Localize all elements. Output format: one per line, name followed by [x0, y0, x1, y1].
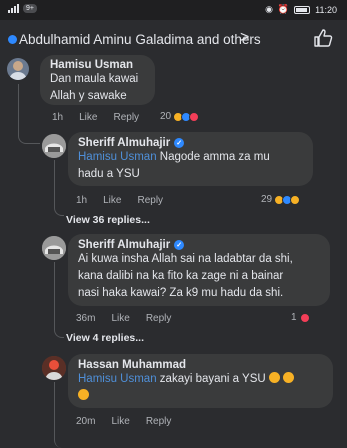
cat-emoji-icon	[283, 372, 295, 383]
thread-line	[54, 160, 64, 216]
avatar[interactable]	[7, 58, 29, 80]
reply-button[interactable]: Reply	[146, 313, 172, 324]
comment-author[interactable]: Sheriff Almuhajir ✓	[78, 137, 303, 149]
comment-author[interactable]: Sheriff Almuhajir ✓	[78, 239, 320, 251]
face-emoji-icon	[78, 389, 89, 400]
clock-time: 11:20	[315, 4, 337, 15]
like-button[interactable]: Like	[111, 313, 129, 324]
verified-badge-icon: ✓	[174, 240, 185, 250]
comment-actions: 20m Like Reply	[76, 416, 171, 427]
reactors-title[interactable]: Abdulhamid Aminu Galadima and others	[19, 32, 261, 47]
comment-actions: 1h Like Reply	[52, 112, 139, 123]
reaction-number: 20	[160, 111, 172, 122]
comment-author[interactable]: Hamisu Usman	[50, 59, 145, 71]
comment-text: Hamisu Usman Nagode amma za mu	[78, 149, 303, 166]
comment-bubble: Hassan Muhammad Hamisu Usman zakayi baya…	[68, 354, 333, 408]
wow-emoji-icon	[290, 194, 301, 205]
cat-emoji-icon	[268, 372, 280, 383]
thumbs-up-icon[interactable]	[313, 29, 333, 47]
thread-line	[18, 84, 40, 144]
heart-emoji-icon	[299, 312, 310, 323]
comment-bubble: Hamisu Usman Dan maula kawai Allah y saw…	[40, 55, 155, 105]
comment-text: hadu a YSU	[78, 168, 140, 180]
avatar[interactable]	[42, 134, 66, 158]
comment-text	[78, 388, 323, 405]
avatar[interactable]	[42, 236, 66, 260]
comment-text: Ai kuwa insha Allah sai na ladabtar da s…	[78, 253, 293, 265]
reply-button[interactable]: Reply	[146, 416, 172, 427]
heart-emoji-icon	[189, 111, 200, 122]
comment-bubble: Sheriff Almuhajir ✓ Hamisu Usman Nagode …	[68, 132, 313, 186]
comment-text: Allah y sawake	[50, 90, 127, 102]
reaction-count[interactable]: 1	[291, 312, 310, 323]
view-replies-link[interactable]: View 4 replies...	[66, 332, 144, 344]
battery-icon	[294, 5, 311, 14]
reaction-like-icon	[8, 35, 17, 44]
reaction-count[interactable]: 29	[261, 194, 301, 205]
comment-text: Dan maula kawai	[50, 73, 139, 85]
verified-badge-icon: ✓	[174, 138, 185, 148]
comment-actions: 36m Like Reply	[76, 313, 171, 324]
comment-bubble: Sheriff Almuhajir ✓ Ai kuwa insha Allah …	[68, 234, 330, 306]
signal-icon	[8, 4, 19, 13]
author-name[interactable]: Sheriff Almuhajir	[78, 137, 170, 149]
reply-button[interactable]: Reply	[137, 195, 163, 206]
like-button[interactable]: Like	[111, 416, 129, 427]
reaction-number: 29	[261, 194, 273, 205]
comment-actions: 1h Like Reply	[76, 195, 163, 206]
view-replies-link[interactable]: View 36 replies...	[66, 214, 150, 226]
reaction-count[interactable]: 20	[160, 111, 200, 122]
chevron-right-icon[interactable]: >	[240, 29, 249, 47]
comment-text-rest: Nagode amma za mu	[156, 151, 270, 163]
like-button[interactable]: Like	[103, 195, 121, 206]
reaction-number: 1	[291, 312, 297, 323]
reply-button[interactable]: Reply	[113, 112, 139, 123]
reactions-header[interactable]: Abdulhamid Aminu Galadima and others >	[0, 24, 347, 54]
thread-line	[54, 262, 64, 338]
alarm-icon: ⏰	[277, 4, 290, 14]
comment-time: 1h	[52, 112, 64, 123]
mention-link[interactable]: Hamisu Usman	[78, 151, 157, 163]
comment-author[interactable]: Hassan Muhammad	[78, 359, 323, 371]
carrier-badge: 9+	[23, 4, 37, 13]
mention-link[interactable]: Hamisu Usman	[78, 373, 157, 385]
comment-time: 1h	[76, 195, 88, 206]
thread-line	[54, 382, 62, 448]
author-name[interactable]: Sheriff Almuhajir	[78, 239, 170, 251]
like-button[interactable]: Like	[79, 112, 97, 123]
eye-icon: ◉	[265, 4, 273, 14]
comment-text: nasi haka kawai? Za k9 mu hadu da shi.	[78, 287, 284, 299]
comment-text-rest: zakayi bayani a YSU	[156, 373, 266, 385]
avatar[interactable]	[42, 356, 66, 380]
comment-time: 36m	[76, 313, 96, 324]
comment-text: Hamisu Usman zakayi bayani a YSU	[78, 371, 323, 388]
comment-time: 20m	[76, 416, 96, 427]
comment-text: kana dalibi na ka fito ka zage ni a bain…	[78, 270, 284, 282]
status-bar: 9+ ◉ ⏰ 11:20	[0, 0, 347, 20]
